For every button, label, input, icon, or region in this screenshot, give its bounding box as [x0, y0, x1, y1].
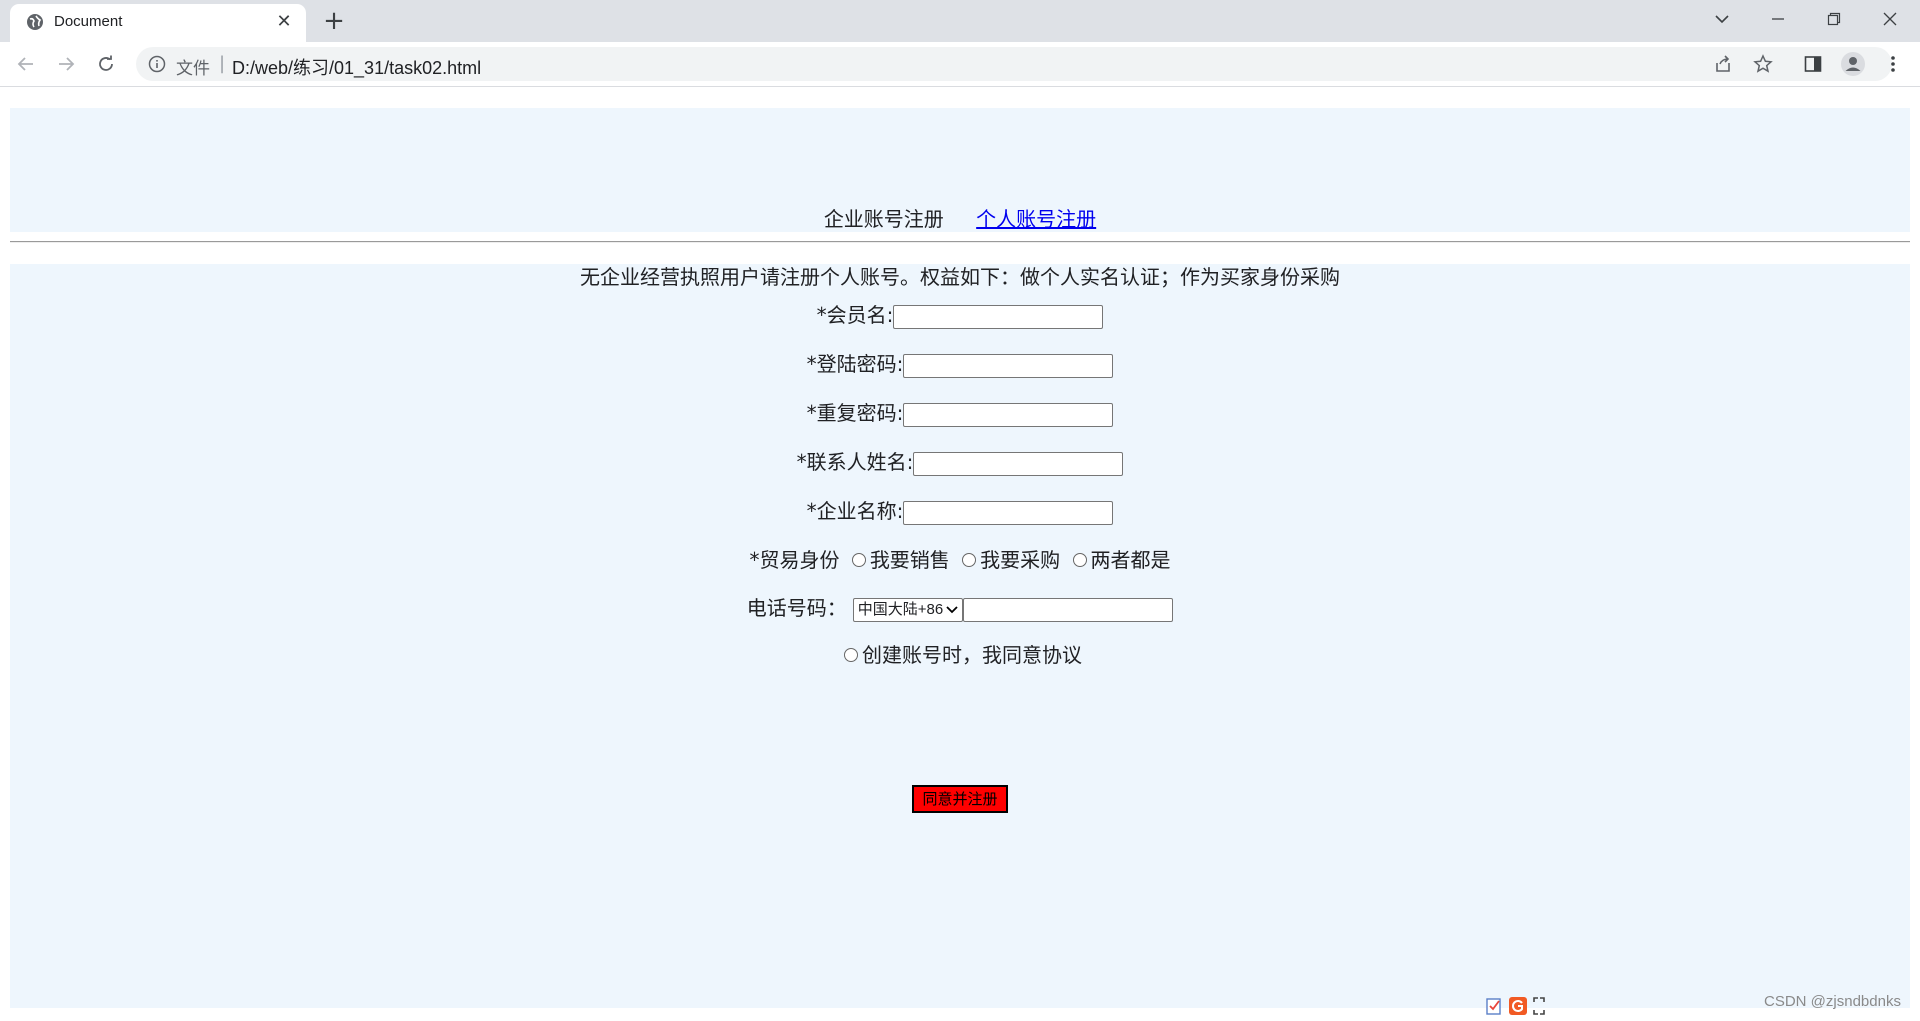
globe-icon — [27, 14, 43, 30]
submit-row: 同意并注册 — [10, 784, 1910, 813]
member-name-label: *会员名: — [816, 303, 894, 327]
contact-name-row: *联系人姓名: — [10, 449, 1910, 476]
agreement-radio[interactable] — [844, 648, 858, 662]
agreement-label: 创建账号时，我同意协议 — [862, 643, 1082, 667]
personal-registration-link[interactable]: 个人账号注册 — [976, 207, 1096, 231]
bookmark-star-icon[interactable] — [1752, 53, 1774, 75]
phone-row: 电话号码： 中国大陆+86 — [10, 595, 1910, 622]
password-label: *登陆密码: — [806, 352, 904, 376]
phone-region-value: 中国大陆+86 — [857, 600, 944, 618]
side-panel-icon[interactable] — [1800, 51, 1826, 77]
csdn-watermark: CSDN @zjsndbdnks — [1764, 993, 1901, 1010]
phone-number-input[interactable] — [963, 597, 1174, 622]
url-separator: | — [219, 53, 226, 74]
browser-tab[interactable]: Document ✕ — [10, 4, 306, 42]
back-arrow-icon[interactable] — [12, 50, 40, 78]
trade-identity-row: *贸易身份 我要销售 我要采购 两者都是 — [10, 547, 1910, 573]
member-name-row: *会员名: — [10, 302, 1910, 329]
url-text[interactable]: D:/web/练习/01_31/task02.html — [232, 54, 481, 80]
share-icon[interactable] — [1712, 53, 1734, 75]
intro-text: 无企业经营执照用户请注册个人账号。权益如下：做个人实名认证；作为买家身份采购 — [580, 265, 1340, 289]
company-name-row: *企业名称: — [10, 498, 1910, 525]
member-name-input[interactable] — [893, 304, 1104, 329]
agree-register-button[interactable]: 同意并注册 — [912, 785, 1008, 813]
address-bar[interactable]: 文件 | D:/web/练习/01_31/task02.html — [136, 47, 1892, 81]
profile-avatar-icon[interactable] — [1840, 51, 1866, 77]
reload-icon[interactable] — [92, 50, 120, 78]
chevron-down-icon — [946, 605, 958, 613]
capture-extension-icon[interactable] — [1532, 996, 1546, 1016]
info-icon[interactable] — [148, 55, 166, 73]
repeat-password-label: *重复密码: — [806, 401, 904, 425]
forward-arrow-icon[interactable] — [52, 50, 80, 78]
trade-identity-label: *贸易身份 — [749, 548, 840, 572]
browser-toolbar: 文件 | D:/web/练习/01_31/task02.html — [0, 42, 1920, 87]
header-panel: 企业账号注册 个人账号注册 — [10, 108, 1910, 232]
company-registration-label: 企业账号注册 — [823, 207, 944, 231]
password-input[interactable] — [903, 353, 1114, 378]
phone-region-select[interactable]: 中国大陆+86 — [852, 597, 964, 622]
scheme-label: 文件 — [176, 59, 210, 78]
grammar-extension-icon[interactable] — [1508, 996, 1528, 1016]
menu-kebab-icon[interactable] — [1880, 51, 1906, 77]
tab-close-icon[interactable]: ✕ — [272, 10, 296, 34]
new-tab-button[interactable]: + — [318, 6, 350, 38]
note-extension-icon[interactable] — [1484, 996, 1504, 1016]
tab-strip: Document ✕ + — [0, 0, 1920, 42]
divider — [10, 241, 1910, 243]
registration-type-switch: 企业账号注册 个人账号注册 — [10, 207, 1910, 231]
extension-tray — [1480, 995, 1550, 1017]
restore-icon[interactable] — [1806, 0, 1862, 38]
repeat-password-row: *重复密码: — [10, 400, 1910, 427]
agreement-row: 创建账号时，我同意协议 — [10, 642, 1910, 668]
phone-label: 电话号码： — [746, 596, 847, 620]
radio-sell-label: 我要销售 — [869, 548, 950, 572]
registration-form: 无企业经营执照用户请注册个人账号。权益如下：做个人实名认证；作为买家身份采购 *… — [10, 264, 1910, 1008]
password-row: *登陆密码: — [10, 351, 1910, 378]
company-name-input[interactable] — [903, 500, 1114, 525]
contact-name-input[interactable] — [913, 451, 1124, 476]
close-window-icon[interactable] — [1862, 0, 1918, 38]
contact-name-label: *联系人姓名: — [796, 450, 914, 474]
minimize-icon[interactable] — [1750, 0, 1806, 38]
company-name-label: *企业名称: — [806, 499, 904, 523]
radio-buy[interactable] — [962, 553, 977, 567]
radio-sell[interactable] — [851, 553, 866, 567]
tab-title: Document — [54, 13, 123, 30]
radio-buy-label: 我要采购 — [980, 548, 1061, 572]
repeat-password-input[interactable] — [903, 402, 1114, 427]
radio-both-label: 两者都是 — [1090, 548, 1171, 572]
page-viewport: 企业账号注册 个人账号注册 无企业经营执照用户请注册个人账号。权益如下：做个人实… — [0, 87, 1920, 1021]
tab-search-chevron-icon[interactable] — [1694, 0, 1750, 38]
radio-both[interactable] — [1072, 553, 1087, 567]
